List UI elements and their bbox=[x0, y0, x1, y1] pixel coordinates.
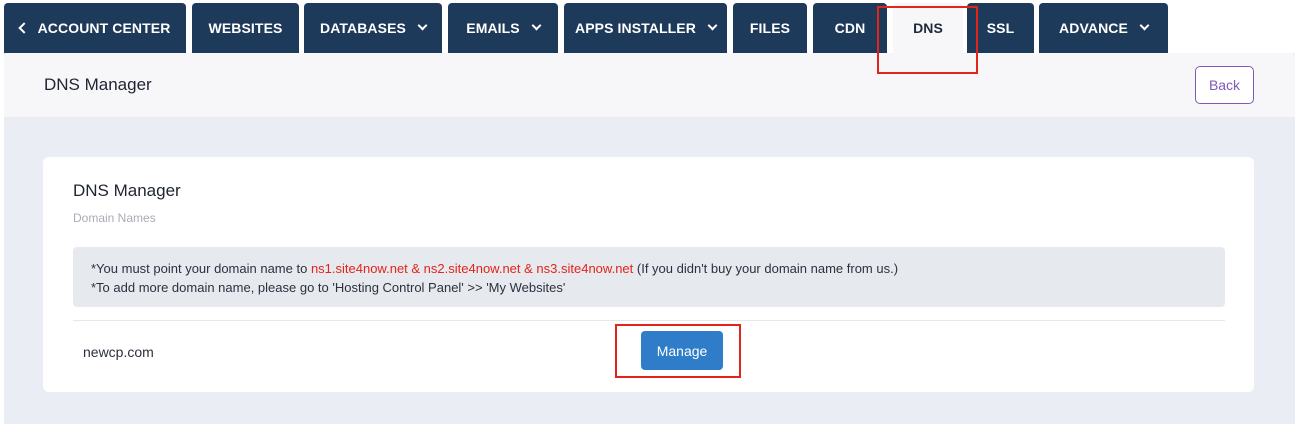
notice-prefix: *You must point your domain name to bbox=[91, 261, 311, 276]
tab-cdn[interactable]: CDN bbox=[813, 3, 887, 53]
domain-name: newcp.com bbox=[83, 344, 154, 360]
card-subtitle: Domain Names bbox=[73, 211, 156, 225]
tab-apps-installer[interactable]: APPS INSTALLER bbox=[564, 3, 727, 53]
tab-label: DATABASES bbox=[320, 20, 406, 36]
dns-manager-card: DNS Manager Domain Names *You must point… bbox=[43, 157, 1254, 392]
tab-account-center[interactable]: ACCOUNT CENTER bbox=[4, 3, 186, 53]
tab-label: WEBSITES bbox=[208, 20, 283, 36]
card-title: DNS Manager bbox=[73, 181, 181, 200]
main-content: DNS Manager Back DNS Manager Domain Name… bbox=[4, 53, 1295, 424]
nameserver-list: ns1.site4now.net & ns2.site4now.net & ns… bbox=[310, 261, 634, 276]
notice-suffix: (If you didn't buy your domain name from… bbox=[633, 261, 899, 276]
notice-line-2: *To add more domain name, please go to '… bbox=[91, 280, 566, 295]
back-button[interactable]: Back bbox=[1195, 66, 1254, 104]
chevron-left-icon bbox=[17, 22, 30, 34]
nameserver-notice: *You must point your domain name to ns1.… bbox=[73, 247, 1225, 307]
tab-label: ACCOUNT CENTER bbox=[37, 20, 171, 36]
notice-line-1: *You must point your domain name to ns1.… bbox=[91, 259, 1207, 278]
tab-dns[interactable]: DNS bbox=[893, 3, 963, 53]
chevron-down-icon bbox=[1139, 20, 1150, 31]
page-title: DNS Manager bbox=[44, 75, 152, 94]
divider bbox=[73, 320, 1225, 321]
chevron-down-icon bbox=[417, 20, 428, 31]
tab-label: EMAILS bbox=[466, 20, 520, 36]
tab-label: DNS bbox=[913, 20, 943, 36]
tab-label: APPS INSTALLER bbox=[575, 20, 696, 36]
tab-label: CDN bbox=[834, 20, 866, 36]
tab-emails[interactable]: EMAILS bbox=[448, 3, 558, 53]
tab-ssl[interactable]: SSL bbox=[967, 3, 1034, 53]
tab-databases[interactable]: DATABASES bbox=[304, 3, 442, 53]
tab-websites[interactable]: WEBSITES bbox=[192, 3, 299, 53]
tab-advance[interactable]: ADVANCE bbox=[1039, 3, 1168, 53]
top-nav: ACCOUNT CENTER WEBSITES DATABASES EMAILS… bbox=[0, 0, 1299, 53]
tab-label: SSL bbox=[986, 20, 1015, 36]
manage-button[interactable]: Manage bbox=[641, 331, 723, 370]
chevron-down-icon bbox=[707, 20, 718, 31]
tab-files[interactable]: FILES bbox=[733, 3, 807, 53]
tab-label: FILES bbox=[749, 20, 791, 36]
chevron-down-icon bbox=[531, 20, 542, 31]
page-header: DNS Manager Back bbox=[4, 53, 1295, 117]
tab-label: ADVANCE bbox=[1059, 20, 1128, 36]
